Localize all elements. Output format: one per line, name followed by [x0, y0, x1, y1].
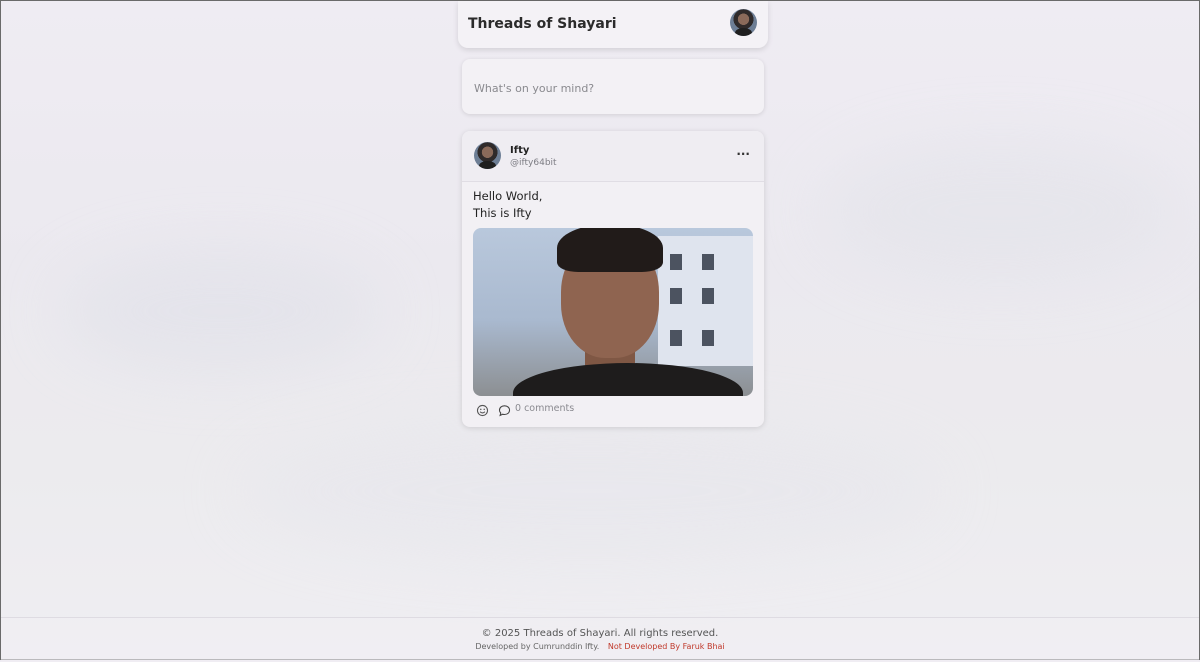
post-text: Hello World, This is Ifty: [473, 188, 542, 222]
background-cloud: [241, 421, 941, 561]
background-cloud: [821, 141, 1181, 281]
footer-copyright: © 2025 Threads of Shayari. All rights re…: [481, 628, 719, 639]
footer-credits: Developed by Cumrunddin Ifty. Not Develo…: [1, 642, 1199, 651]
profile-avatar[interactable]: [730, 9, 757, 36]
comments-count[interactable]: 0 comments: [515, 403, 574, 414]
app-header: Threads of Shayari: [458, 1, 768, 48]
post-actions: 0 comments: [476, 402, 746, 417]
footer-developer: Developed by Cumrunddin Ifty.: [475, 642, 600, 651]
author-avatar[interactable]: [474, 142, 501, 169]
composer-input[interactable]: [472, 76, 756, 100]
post-composer[interactable]: [462, 59, 764, 114]
footer-not-developer: Not Developed By Faruk Bhai: [607, 642, 725, 651]
post-text-line: Hello World,: [473, 189, 543, 203]
author-handle[interactable]: @ifty64bit: [510, 158, 557, 168]
background-cloud: [61, 251, 381, 371]
more-horizontal-icon[interactable]: ···: [736, 148, 750, 160]
post-image[interactable]: [473, 228, 753, 396]
author-name[interactable]: Ifty: [510, 145, 529, 156]
background-building: [658, 236, 753, 366]
post-card: Ifty @ifty64bit ··· Hello World, This is…: [462, 131, 764, 427]
comment-bubble-icon[interactable]: [498, 402, 512, 417]
post-text-line: This is Ifty: [473, 206, 532, 220]
emoji-reaction-icon[interactable]: [476, 402, 490, 417]
page-footer: © 2025 Threads of Shayari. All rights re…: [1, 617, 1199, 662]
post-header: Ifty @ifty64bit ···: [462, 131, 764, 182]
app-title: Threads of Shayari: [468, 16, 617, 32]
